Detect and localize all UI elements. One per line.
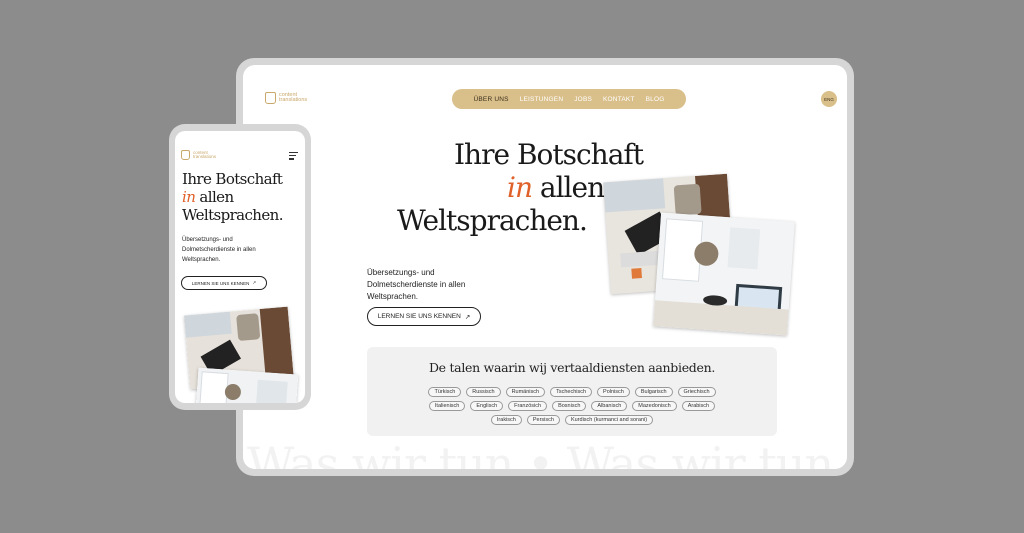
language-chip[interactable]: Rumänisch [505,387,546,397]
languages-row-1: Türkisch Russisch Rumänisch Tschechisch … [367,387,777,397]
tablet-frame: content translations ÜBER UNS LEISTUNGEN… [236,58,854,476]
tablet-screen: content translations ÜBER UNS LEISTUNGEN… [243,65,847,469]
photo-office [653,212,795,336]
phone-screen: content translations Ihre Botschaft in a… [175,131,305,403]
main-nav: ÜBER UNS LEISTUNGEN JOBS KONTAKT BLOG [452,89,686,109]
learn-more-label: LERNEN SIE UNS KENNEN [377,313,461,320]
language-chip[interactable]: Albanisch [591,401,628,411]
mobile-learn-more-label: LERNEN SIE UNS KENNEN [191,280,250,286]
languages-row-2: Italienisch Englisch Französich Bosnisch… [367,401,777,411]
learn-more-button[interactable]: LERNEN SIE UNS KENNEN ↗ [367,307,481,326]
brand-logo[interactable]: content translations [265,92,307,104]
arrow-up-right-icon: ↗ [464,313,471,321]
language-chip[interactable]: Persisch [526,415,560,425]
mobile-headline-accent: in [182,188,196,206]
language-chip[interactable]: Arabisch [681,401,716,411]
language-chip[interactable]: Mazedonisch [632,401,677,411]
nav-item-jobs[interactable]: JOBS [574,96,592,103]
brand-logo-text-mobile: content translations [193,149,217,159]
language-chip[interactable]: Russisch [466,387,501,397]
language-switch-button[interactable]: ENG [821,91,837,107]
nav-item-ueber-uns[interactable]: ÜBER UNS [473,96,508,103]
hero-subtitle: Übersetzungs- und Dolmetscherdienste in … [367,268,466,301]
mobile-headline-line2: in allen [182,188,234,206]
languages-section: De talen waarin wij vertaaldiensten aanb… [367,347,777,436]
hero-headline-line1: Ihre Botschaft [454,138,644,171]
language-chip[interactable]: Griechisch [677,387,716,397]
photo-office-art [653,212,795,336]
mobile-subtitle: Übersetzungs- und Dolmetscherdienste in … [182,237,256,263]
languages-title: De talen waarin wij vertaaldiensten aanb… [428,360,716,375]
language-chip[interactable]: Tschechisch [550,387,593,397]
house-icon [181,150,190,160]
mobile-photo-office-art [195,367,299,403]
mobile-learn-more-button[interactable]: LERNEN SIE UNS KENNEN ↗ [181,276,267,290]
hero-headline-accent: in [507,171,533,204]
language-chip[interactable]: Bosnisch [552,401,587,411]
nav-item-leistungen[interactable]: LEISTUNGEN [520,96,564,103]
mobile-photo-office [195,367,299,403]
nav-item-kontakt[interactable]: KONTAKT [603,96,635,103]
mobile-headline-line3: Weltsprachen. [182,206,283,224]
language-chip[interactable]: Französich [508,401,548,411]
hero-headline-line3: Weltsprachen. [397,204,588,237]
house-icon [265,92,276,104]
language-chip[interactable]: Türkisch [428,387,462,397]
language-chip[interactable]: Kurdisch (kurmanci and sorani) [564,415,654,425]
nav-item-blog[interactable]: BLOG [646,96,665,103]
phone-frame: content translations Ihre Botschaft in a… [169,124,311,410]
mobile-headline-line2-rest: allen [195,188,234,206]
language-chip[interactable]: Polnisch [597,387,630,397]
hero-headline-line2: in allen [507,171,605,204]
hero-headline-line2-rest: allen [532,171,605,204]
language-chip[interactable]: Bulgarisch [634,387,673,397]
mobile-headline-line1: Ihre Botschaft [182,170,283,188]
hamburger-menu-icon[interactable] [289,152,298,162]
languages-row-3: Irakisch Persisch Kurdisch (kurmanci and… [367,415,777,425]
language-chip[interactable]: Englisch [470,401,504,411]
section-watermark: Was wir tun • Was wir tun [247,437,834,469]
brand-logo-mobile[interactable]: content translations [181,150,216,160]
language-chip[interactable]: Irakisch [490,415,522,425]
brand-logo-text: content translations [279,91,308,103]
language-chip[interactable]: Italienisch [428,401,466,411]
arrow-up-right-icon: ↗ [252,280,257,285]
